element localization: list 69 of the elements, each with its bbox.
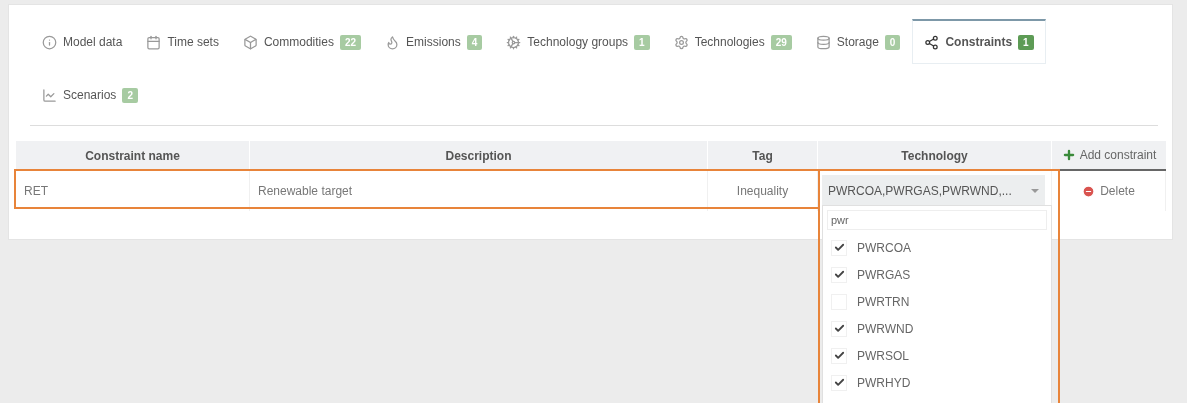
tab-label: Storage (836, 35, 879, 49)
table-cell: Renewable target (250, 171, 708, 211)
checkbox[interactable] (831, 266, 847, 283)
option-label: PWRTRN (857, 294, 910, 309)
minus-circle-icon (1082, 184, 1096, 198)
technology-select[interactable]: PWRCOA,PWRGAS,PWRWND,... (822, 175, 1045, 207)
check-icon (833, 377, 845, 388)
column-header: Constraint name (16, 141, 250, 171)
option-label: PWRGAS (857, 267, 911, 282)
checkbox[interactable] (831, 320, 847, 337)
option-label: PWRSOL (857, 348, 909, 363)
column-header: Tag (708, 141, 818, 171)
gear-icon (673, 34, 689, 50)
dropdown-option[interactable]: PWRWND (827, 315, 1047, 342)
count-badge: 1 (634, 34, 650, 50)
option-label: PWRWND (857, 321, 914, 336)
search-field[interactable]: pwr (827, 210, 1047, 230)
plus-icon (1061, 148, 1076, 162)
count-badge: 22 (339, 34, 362, 50)
dropdown-option[interactable]: PWRSOL (827, 342, 1047, 369)
add-constraint-button[interactable]: Add constraint (1052, 141, 1166, 171)
count-badge: 29 (770, 34, 792, 50)
checkbox[interactable] (831, 374, 847, 391)
dropdown-option[interactable]: PWRGAS (827, 261, 1047, 288)
tab[interactable]: Model data (30, 19, 135, 64)
gears-icon (506, 34, 522, 50)
calendar-icon (146, 34, 162, 50)
table-cell: RET (16, 171, 250, 211)
tab-label: Scenarios (63, 88, 117, 102)
delete-button[interactable]: Delete (1076, 183, 1141, 199)
cube-icon (242, 34, 258, 50)
dropdown-option[interactable]: PWRCOA (827, 234, 1047, 261)
count-badge: 0 (884, 34, 901, 50)
dropdown-option[interactable]: PWRHYD (827, 369, 1047, 396)
check-icon (833, 269, 845, 280)
tab-label: Commodities (263, 35, 334, 49)
database-icon (815, 34, 831, 50)
tab-label: Time sets (167, 35, 219, 49)
table-cell: Inequality (708, 171, 818, 211)
count-badge: 1 (1018, 34, 1034, 50)
tab[interactable]: Commodities 22 (230, 19, 374, 64)
check-icon (833, 242, 845, 253)
tab-label: Emissions (406, 35, 461, 49)
tab[interactable]: Emissions 4 (373, 19, 495, 64)
caret-icon (1031, 189, 1039, 193)
tab[interactable]: Time sets (134, 19, 231, 64)
tab-label: Constraints (945, 35, 1013, 49)
share-icon (924, 34, 940, 50)
checkbox[interactable] (831, 239, 847, 256)
tab[interactable]: Scenarios 2 (30, 72, 150, 117)
tab[interactable]: Technology groups 1 (494, 19, 662, 64)
column-header: Description (250, 141, 708, 171)
option-label: PWRHYD (857, 375, 911, 390)
tab-label: Model data (63, 35, 123, 49)
tab-label: Technology groups (527, 35, 629, 49)
info-icon (42, 34, 57, 50)
tab-label: Technologies (694, 35, 765, 49)
line-chart-icon (42, 87, 57, 103)
dropdown-option[interactable]: PWRTRN (827, 288, 1047, 315)
check-icon (833, 323, 845, 334)
checkbox[interactable] (831, 347, 847, 364)
check-icon (833, 350, 845, 361)
option-label: PWRCOA (857, 240, 911, 255)
count-badge: 4 (466, 34, 483, 50)
column-header: Technology (818, 141, 1052, 171)
count-badge: 2 (122, 87, 138, 103)
tab[interactable]: Constraints 1 (912, 19, 1046, 64)
tab[interactable]: Storage 0 (803, 19, 913, 64)
tab[interactable]: Technologies 29 (661, 19, 804, 64)
